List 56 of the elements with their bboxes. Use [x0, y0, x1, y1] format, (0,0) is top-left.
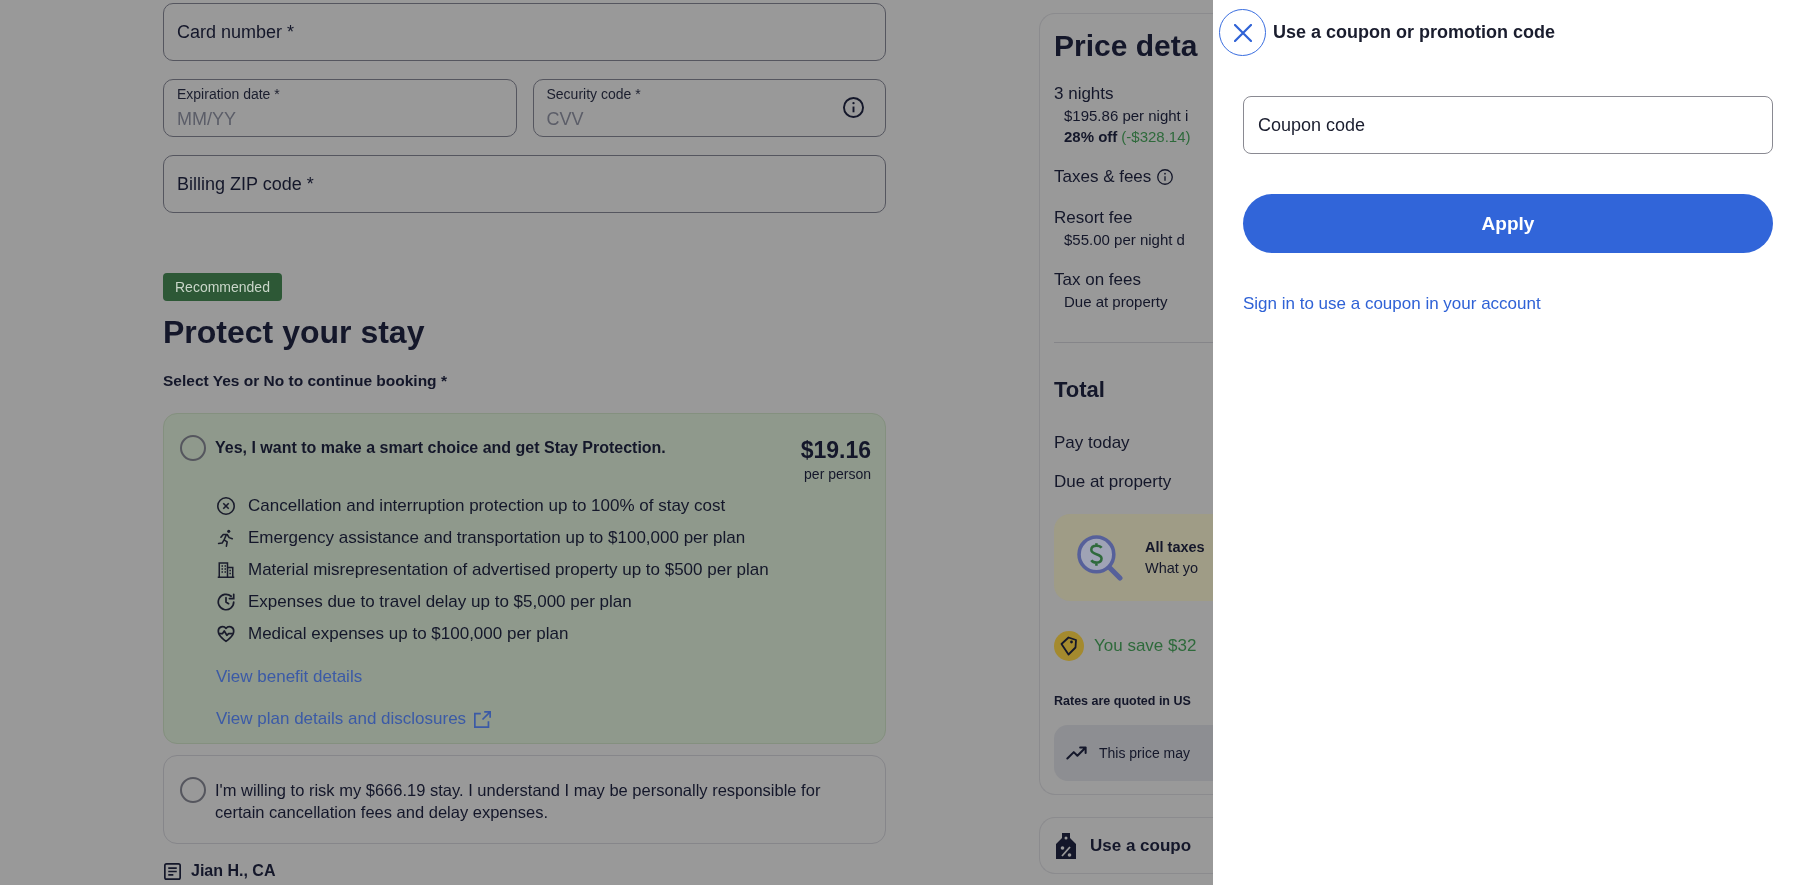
price-details-heading: Price deta — [1054, 28, 1198, 64]
running-person-icon — [217, 529, 235, 547]
input-field[interactable]: Billing ZIP code * — [163, 155, 886, 213]
reviewer-name: Jian H., CA — [191, 862, 276, 880]
notice-text: What yo — [1145, 558, 1200, 578]
price-unit-text: per person — [804, 465, 871, 483]
discount-amount: (-$328.14) — [1121, 127, 1191, 147]
recommended-badge: Recommended — [163, 273, 282, 301]
discount-text: 28% off — [1064, 127, 1118, 147]
field-label: Expiration date * — [177, 86, 280, 102]
benefit-text: Material misrepresentation of advertised property up to $500 per plan — [248, 559, 769, 581]
price-tag-coin-icon — [1054, 631, 1084, 661]
trend-up-icon — [1066, 746, 1087, 760]
currency-note: Rates are quoted in US — [1054, 693, 1191, 710]
field-label: Security code * — [546, 86, 641, 102]
coupon-code-field[interactable]: Coupon code — [1243, 96, 1773, 154]
total-heading: Total — [1054, 376, 1105, 404]
option-label: Yes, I want to make a smart choice and get Stay Protection. — [215, 438, 667, 458]
price-line-label: Tax on fees — [1054, 269, 1141, 291]
apply-button[interactable]: Apply — [1243, 194, 1773, 253]
x-circle-icon — [217, 497, 235, 515]
coupon-button[interactable]: Use a coupo — [1039, 817, 1213, 874]
benefit-text: Medical expenses up to $100,000 per plan — [248, 623, 569, 645]
radio-button[interactable] — [180, 435, 206, 461]
benefit-text: Emergency assistance and transportation up to $100,000 per plan — [248, 527, 746, 549]
total-line-label: Due at property — [1054, 471, 1172, 493]
benefit-text: Cancellation and interruption protection up to 100% of stay cost — [248, 495, 726, 517]
panel-title: Use a coupon or promotion code — [1273, 22, 1555, 43]
savings-text: You save $32 — [1094, 636, 1197, 656]
heartbeat-icon — [217, 625, 235, 643]
benefit-text: Expenses due to travel delay up to $5,000 per plan — [248, 591, 632, 613]
radio-button[interactable] — [180, 777, 206, 803]
price-line-label: Resort fee — [1054, 207, 1133, 229]
sign-in-link[interactable]: Sign in to use a coupon in your account — [1243, 293, 1541, 315]
magnifier-dollar-icon — [1077, 534, 1123, 581]
clock-icon — [217, 593, 235, 611]
building-icon — [217, 561, 235, 579]
price-text: $19.16 — [800, 436, 871, 465]
price-line-label: 3 nights — [1054, 83, 1114, 105]
info-icon[interactable] — [1157, 169, 1174, 185]
close-button[interactable] — [1219, 9, 1266, 56]
percent-tag-icon — [1056, 832, 1076, 859]
section-heading: Protect your stay — [163, 313, 425, 351]
instruction-text: Select Yes or No to continue booking * — [163, 371, 447, 391]
price-line-detail: Due at property — [1063, 292, 1168, 312]
price-trend-text: This price may — [1099, 745, 1191, 761]
price-line-label: Taxes & fees — [1054, 166, 1152, 188]
total-line-label: Pay today — [1054, 432, 1130, 454]
note-icon — [164, 862, 181, 880]
close-icon — [1233, 23, 1252, 42]
price-line-detail: $55.00 per night d — [1063, 230, 1185, 250]
notice-title: All taxes — [1145, 537, 1205, 557]
price-line-detail: $195.86 per night i — [1063, 106, 1189, 126]
info-icon[interactable] — [843, 97, 864, 118]
input-field[interactable]: Card number * — [163, 3, 886, 61]
option-label: I'm willing to risk my $666.19 stay. I understand I may be personally responsible for certain cancellation fees and delay expenses. — [215, 780, 822, 823]
